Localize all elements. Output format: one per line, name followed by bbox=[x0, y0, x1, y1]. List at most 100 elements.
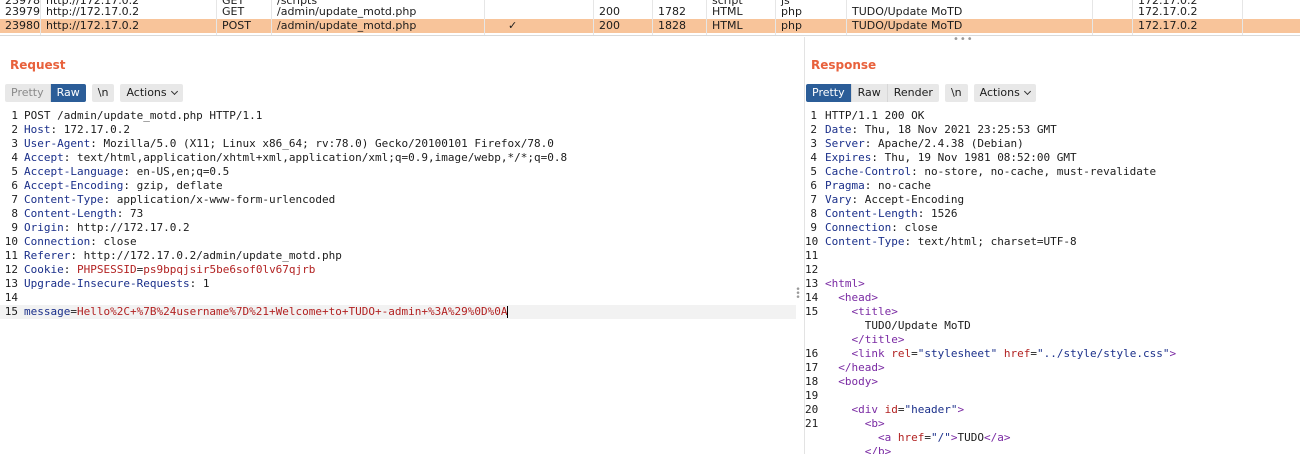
history-row[interactable]: 23978 http://172.17.0.2 GET/scripts script j… bbox=[0, 0, 1300, 8]
html-token: href bbox=[1003, 347, 1031, 360]
html-token: <b> bbox=[864, 417, 885, 430]
line-content: Upgrade-Insecure-Requests: 1 bbox=[24, 277, 209, 291]
header-value: : close bbox=[891, 221, 938, 234]
line-number: 17 bbox=[805, 361, 819, 374]
request-actions-label: Actions bbox=[126, 86, 167, 99]
history-cell-num: 23978 bbox=[5, 0, 40, 7]
code-line: 10 Content-Type: text/html; charset=UTF-8 bbox=[805, 235, 1300, 249]
line-content: Accept-Language: en-US,en;q=0.5 bbox=[24, 165, 229, 179]
code-line: 12 bbox=[805, 263, 1300, 277]
code-line: 7 Vary: Accept-Encoding bbox=[805, 193, 1300, 207]
tab-pretty[interactable]: Pretty bbox=[5, 84, 51, 102]
html-token: "stylesheet" bbox=[917, 347, 998, 360]
request-pane: Request Pretty Raw \n Actions 1 POST /admi… bbox=[0, 37, 796, 454]
html-token: = bbox=[924, 431, 931, 444]
code-line: 17 </head> bbox=[805, 361, 1300, 375]
line-content: <head> bbox=[825, 291, 878, 305]
response-newline-toggle[interactable]: \n bbox=[944, 84, 968, 102]
html-token: id bbox=[884, 403, 898, 416]
line-content: Connection: close bbox=[24, 235, 137, 249]
html-token: > bbox=[957, 403, 965, 416]
history-cell-method: GET bbox=[222, 0, 245, 7]
code-line: 15 message=Hello%2C+%7B%24username%7D%21+… bbox=[0, 305, 796, 319]
line-number: 13 bbox=[4, 277, 18, 290]
line-content: Expires: Thu, 19 Nov 1981 08:52:00 GMT bbox=[825, 151, 1077, 165]
code-line: 16 <link rel="stylesheet" href="../style… bbox=[805, 347, 1300, 361]
html-token: TUDO bbox=[957, 431, 984, 444]
response-actions-button[interactable]: Actions bbox=[973, 84, 1036, 102]
code-line: 20 <div id="header"> bbox=[805, 403, 1300, 417]
request-actions-button[interactable]: Actions bbox=[120, 84, 183, 102]
line-content: <div id="header"> bbox=[825, 403, 965, 417]
html-token: <html> bbox=[825, 277, 865, 290]
request-editor[interactable]: 1 POST /admin/update_motd.php HTTP/1.1 2 Ho… bbox=[0, 109, 796, 454]
line-content: HTTP/1.1 200 OK bbox=[825, 109, 924, 123]
header-name: User-Agent bbox=[24, 137, 91, 150]
line-content: </title> bbox=[825, 333, 905, 347]
history-row[interactable]: 23980 http://172.17.0.2 POST/admin/update_… bbox=[0, 19, 1300, 33]
code-line: 9 Connection: close bbox=[805, 221, 1300, 235]
code-line: 1 POST /admin/update_motd.php HTTP/1.1 bbox=[0, 109, 796, 123]
history-cell-ext: js bbox=[781, 0, 790, 7]
tab-raw[interactable]: Raw bbox=[50, 84, 86, 102]
line-content: Connection: close bbox=[825, 221, 938, 235]
param-equals: = bbox=[70, 305, 77, 318]
html-token: <a bbox=[877, 431, 898, 444]
line-content: Vary: Accept-Encoding bbox=[825, 193, 964, 207]
line-content: <a href="/">TUDO</a> bbox=[825, 431, 1011, 445]
line-text: HTTP/1.1 200 OK bbox=[825, 109, 925, 122]
code-line: 6 Pragma: no-cache bbox=[805, 179, 1300, 193]
html-token bbox=[825, 333, 852, 346]
tab-pretty[interactable]: Pretty bbox=[806, 84, 852, 102]
line-number: 14 bbox=[805, 291, 819, 304]
code-line: 7 Content-Type: application/x-www-form-ur… bbox=[0, 193, 796, 207]
line-number: 9 bbox=[810, 221, 817, 234]
line-content: message=Hello%2C+%7B%24username%7D%21+We… bbox=[24, 305, 509, 319]
line-content: Content-Length: 73 bbox=[24, 207, 143, 221]
line-content: Content-Type: text/html; charset=UTF-8 bbox=[825, 235, 1077, 249]
chevron-down-icon bbox=[170, 87, 178, 96]
code-line: 2 Date: Thu, 18 Nov 2021 23:25:53 GMT bbox=[805, 123, 1300, 137]
request-newline-toggle[interactable]: \n bbox=[91, 84, 115, 102]
line-content: Content-Length: 1526 bbox=[825, 207, 957, 221]
history-cell-ip: 172.17.0.2 bbox=[1138, 0, 1198, 7]
code-line: 4 Accept: text/html,application/xhtml+xml… bbox=[0, 151, 796, 165]
code-line: 8 Content-Length: 73 bbox=[0, 207, 796, 221]
line-content: Accept-Encoding: gzip, deflate bbox=[24, 179, 223, 193]
code-line: 12 Cookie: PHPSESSID=ps9bpqjsir5be6sof0lv… bbox=[0, 263, 796, 277]
response-editor[interactable]: 1 HTTP/1.1 200 OK 2 Date: Thu, 18 Nov 2021 … bbox=[805, 109, 1300, 454]
code-line: 5 Accept-Language: en-US,en;q=0.5 bbox=[0, 165, 796, 179]
code-line: 13 <html> bbox=[805, 277, 1300, 291]
line-content: </b> bbox=[825, 445, 892, 454]
header-value: : no-store, no-cache, must-revalidate bbox=[911, 165, 1157, 178]
code-line: 13 Upgrade-Insecure-Requests: 1 bbox=[0, 277, 796, 291]
html-token bbox=[825, 403, 852, 416]
response-pane: Response Pretty Raw Render \n Actions 1 HTT… bbox=[804, 37, 1300, 454]
code-line: 3 User-Agent: Mozilla/5.0 (X11; Linux x86… bbox=[0, 137, 796, 151]
line-number: 18 bbox=[805, 375, 819, 388]
tab-render[interactable]: Render bbox=[887, 84, 939, 102]
line-number: 10 bbox=[4, 235, 18, 248]
tab-raw[interactable]: Raw bbox=[851, 84, 888, 102]
code-line: 9 Origin: http://172.17.0.2 bbox=[0, 221, 796, 235]
line-content: <title> bbox=[825, 305, 898, 319]
header-value: : http://172.17.0.2/admin/update_motd.ph… bbox=[70, 249, 342, 262]
header-value: : Mozilla/5.0 (X11; Linux x86_64; rv:78.… bbox=[90, 137, 554, 150]
request-toolbar: Pretty Raw \n Actions bbox=[5, 84, 189, 102]
header-name: Content-Type bbox=[24, 193, 104, 206]
html-token: = bbox=[911, 347, 918, 360]
request-title: Request bbox=[10, 58, 66, 72]
code-line: 6 Accept-Encoding: gzip, deflate bbox=[0, 179, 796, 193]
line-number: 12 bbox=[805, 263, 819, 276]
line-content: Pragma: no-cache bbox=[825, 179, 931, 193]
html-token bbox=[825, 305, 852, 318]
header-name: Referer bbox=[24, 249, 71, 262]
line-number: 15 bbox=[4, 305, 18, 318]
param-name: message bbox=[24, 305, 71, 318]
response-view-tabs: Pretty Raw Render bbox=[806, 84, 939, 102]
code-line: <a href="/">TUDO</a> bbox=[805, 431, 1300, 445]
line-number: 13 bbox=[805, 277, 819, 290]
line-number: 9 bbox=[11, 221, 18, 234]
header-value: : gzip, deflate bbox=[123, 179, 223, 192]
html-token bbox=[825, 417, 865, 430]
